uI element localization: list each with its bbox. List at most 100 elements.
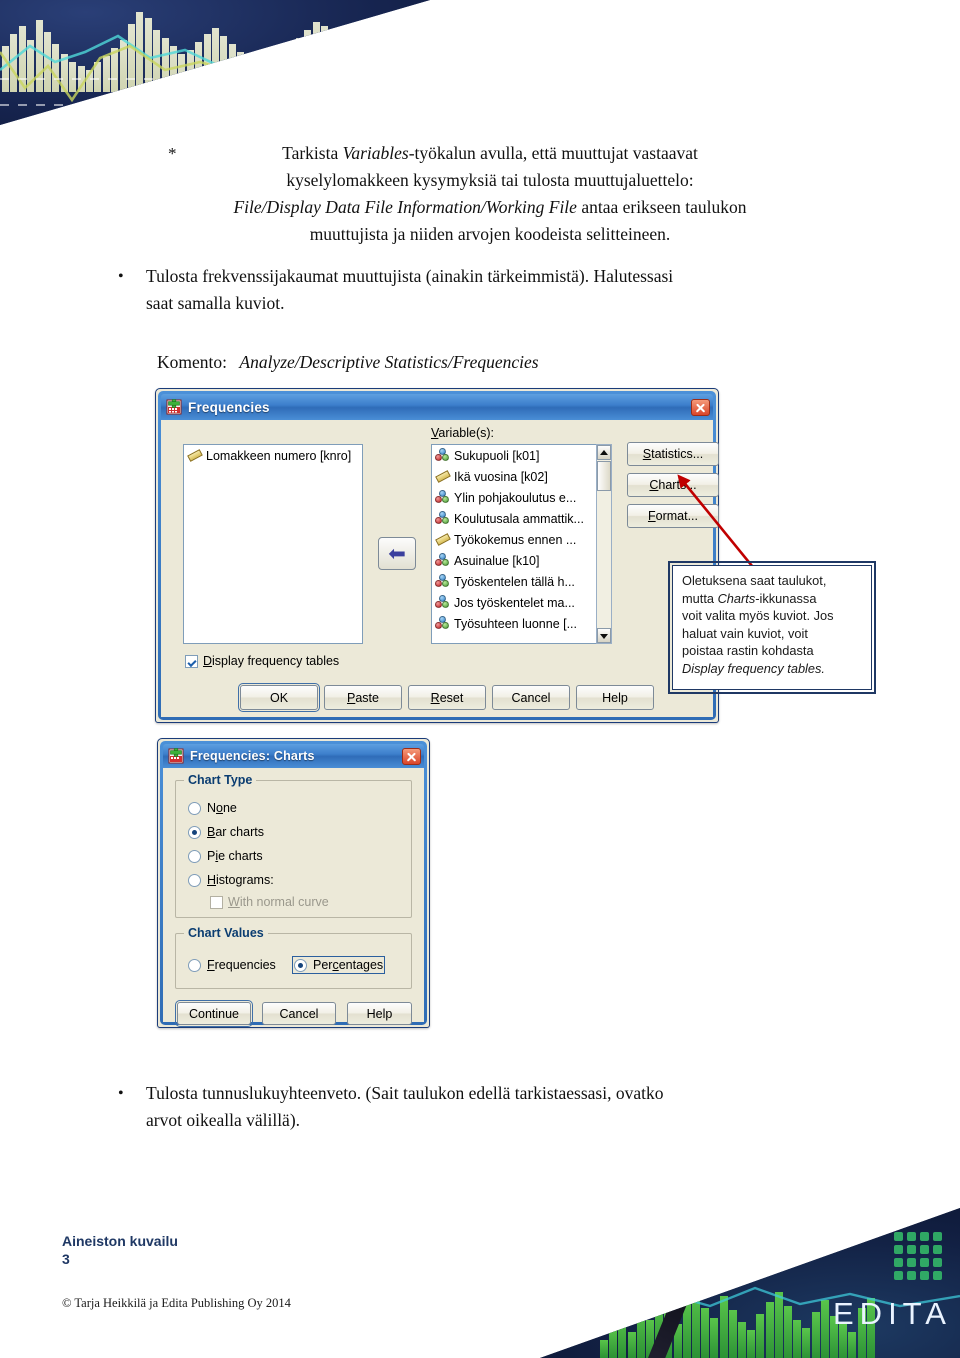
variable-label: Työskentelen tällä h...	[454, 574, 575, 589]
radio-icon-selected[interactable]	[294, 958, 307, 972]
variable-list-item[interactable]: Asuinalue [k10]	[432, 550, 610, 571]
variable-list-item[interactable]: Sukupuoli [k01]	[432, 445, 610, 466]
annotation-callout: Oletuksena saat taulukot, mutta Charts-i…	[668, 561, 876, 694]
footer-page-number: 3	[62, 1251, 70, 1267]
radio-histograms[interactable]: Histograms:	[188, 873, 274, 887]
spss-dialog-icon	[168, 748, 184, 764]
close-icon[interactable]	[402, 747, 421, 765]
nominal-icon	[435, 553, 450, 568]
variables-label: Variable(s):	[431, 426, 494, 440]
bullet-item-2: • Tulosta tunnuslukuyhteenveto. (Sait ta…	[118, 1080, 838, 1134]
callout-line-3: voit valita myös kuviot. Jos	[682, 608, 834, 624]
starred-note-paragraph: * Tarkista Variables-työkalun avulla, et…	[150, 140, 830, 248]
ruler-scale-icon	[435, 532, 451, 547]
radio-none[interactable]: None	[188, 801, 237, 815]
cancel-button[interactable]: Cancel	[492, 685, 570, 710]
radio-pie-charts-label: Pie charts	[207, 849, 263, 863]
nominal-icon	[435, 574, 450, 589]
radio-percentages[interactable]: Percentages	[291, 956, 386, 974]
frequencies-dialog-frame: Frequencies Lomakkeen numero [knro] ⬅ Va…	[158, 391, 719, 720]
variable-list-item[interactable]: Jos työskentelet ma...	[432, 592, 610, 613]
with-normal-curve-checkbox[interactable]: With normal curve	[210, 895, 329, 909]
variable-label: Työsuhteen luonne [...	[454, 616, 578, 631]
radio-icon[interactable]	[188, 958, 201, 972]
nominal-icon	[435, 511, 450, 526]
selected-variable-list[interactable]: Sukupuoli [k01] Ikä vuosina [k02] Ylin poh…	[431, 444, 611, 644]
variable-list-item[interactable]: Koulutusala ammattik...	[432, 508, 610, 529]
checkbox-icon[interactable]	[210, 895, 223, 909]
chart-type-group: Chart Type None Bar charts Pie charts Hi…	[175, 773, 412, 918]
radio-icon[interactable]	[188, 801, 201, 815]
variable-label: Jos työskentelet ma...	[454, 595, 575, 610]
variable-list-scrollbar[interactable]	[596, 444, 612, 644]
radio-bar-charts-label: Bar charts	[207, 825, 264, 839]
display-frequency-tables-checkbox[interactable]: Display frequency tables	[185, 654, 339, 668]
paste-button[interactable]: Paste	[324, 685, 402, 710]
nominal-icon	[435, 448, 450, 463]
radio-icon[interactable]	[188, 849, 201, 863]
chart-values-group: Chart Values Frequencies Percentages	[175, 926, 412, 989]
variable-list-item[interactable]: Työskentelen tällä h...	[432, 571, 610, 592]
radio-icon[interactable]	[188, 873, 201, 887]
starred-note-line-1: Tarkista Variables-työkalun avulla, että…	[282, 143, 698, 163]
radio-pie-charts[interactable]: Pie charts	[188, 849, 263, 863]
continue-button[interactable]: Continue	[175, 1000, 253, 1027]
statistics-button[interactable]: Statistics...	[627, 442, 719, 466]
radio-icon-selected[interactable]	[188, 825, 201, 839]
nominal-icon	[435, 490, 450, 505]
frequencies-dialog: Frequencies Lomakkeen numero [knro] ⬅ Va…	[155, 388, 719, 723]
bullet-item-1: • Tulosta frekvenssijakaumat muuttujista…	[118, 263, 818, 317]
variable-label: Työkokemus ennen ...	[454, 532, 577, 547]
charts-cancel-button[interactable]: Cancel	[262, 1002, 336, 1025]
variable-list-item[interactable]: Ikä vuosina [k02]	[432, 466, 610, 487]
variable-list-item[interactable]: Työkokemus ennen ...	[432, 529, 610, 550]
scroll-up-icon[interactable]	[597, 445, 611, 460]
spss-dialog-icon	[166, 399, 182, 415]
ruler-scale-icon	[187, 448, 203, 463]
scroll-down-icon[interactable]	[597, 628, 611, 643]
nominal-icon	[435, 595, 450, 610]
radio-none-label: None	[207, 801, 237, 815]
reset-button[interactable]: Reset	[408, 685, 486, 710]
checkbox-icon[interactable]	[185, 654, 198, 668]
radio-bar-charts[interactable]: Bar charts	[188, 825, 264, 839]
radio-histograms-label: Histograms:	[207, 873, 274, 887]
chart-type-group-label: Chart Type	[184, 773, 257, 787]
variable-label: Ikä vuosina [k02]	[454, 469, 548, 484]
scrollbar-thumb[interactable]	[597, 461, 611, 491]
frequencies-titlebar[interactable]: Frequencies	[161, 394, 713, 420]
bullet-item-1-line-1: Tulosta frekvenssijakaumat muuttujista (…	[146, 266, 674, 286]
variable-list-item[interactable]: Lomakkeen numero [knro]	[184, 445, 362, 466]
transfer-variable-button[interactable]: ⬅	[378, 537, 416, 570]
variable-label: Koulutusala ammattik...	[454, 511, 584, 526]
charts-help-button[interactable]: Help	[347, 1002, 412, 1025]
callout-line-6: Display frequency tables.	[682, 660, 825, 676]
variable-label: Ylin pohjakoulutus e...	[454, 490, 577, 505]
ruler-scale-icon	[435, 469, 451, 484]
charts-title-text: Frequencies: Charts	[190, 749, 315, 763]
frequencies-dialog-body: Lomakkeen numero [knro] ⬅ Variable(s): S…	[161, 420, 719, 717]
callout-line-4: haluat vain kuviot, voit	[682, 625, 808, 641]
variable-label: Sukupuoli [k01]	[454, 448, 540, 463]
variable-list-item[interactable]: Ylin pohjakoulutus e...	[432, 487, 610, 508]
display-frequency-tables-label: Display frequency tables	[203, 654, 340, 668]
nominal-icon	[435, 616, 450, 631]
ok-button[interactable]: OK	[238, 683, 320, 712]
close-icon[interactable]	[691, 398, 710, 416]
variable-label: Asuinalue [k10]	[454, 553, 540, 568]
variable-list-item[interactable]: Työsuhteen luonne [...	[432, 613, 610, 634]
help-button[interactable]: Help	[576, 685, 654, 710]
frequencies-charts-dialog: Frequencies: Charts Chart Type None Bar …	[157, 738, 430, 1028]
charts-titlebar[interactable]: Frequencies: Charts	[163, 744, 424, 768]
starred-note-line-3: File/Display Data File Information/Worki…	[233, 197, 747, 217]
copyright-line: © Tarja Heikkilä ja Edita Publishing Oy …	[62, 1296, 291, 1310]
frequencies-title-text: Frequencies	[188, 399, 270, 415]
starred-note-line-2: kyselylomakkeen kysymyksiä tai tulosta m…	[286, 170, 694, 190]
komento-label: Komento:	[157, 352, 227, 372]
radio-frequencies[interactable]: Frequencies	[188, 958, 276, 972]
radio-frequencies-label: Frequencies	[207, 958, 276, 972]
bullet-item-2-line-2: arvot oikealla välillä).	[146, 1110, 301, 1130]
charts-dialog-frame: Frequencies: Charts Chart Type None Bar …	[160, 741, 427, 1027]
source-variable-list[interactable]: Lomakkeen numero [knro]	[183, 444, 363, 644]
variable-label: Lomakkeen numero [knro]	[206, 448, 352, 463]
